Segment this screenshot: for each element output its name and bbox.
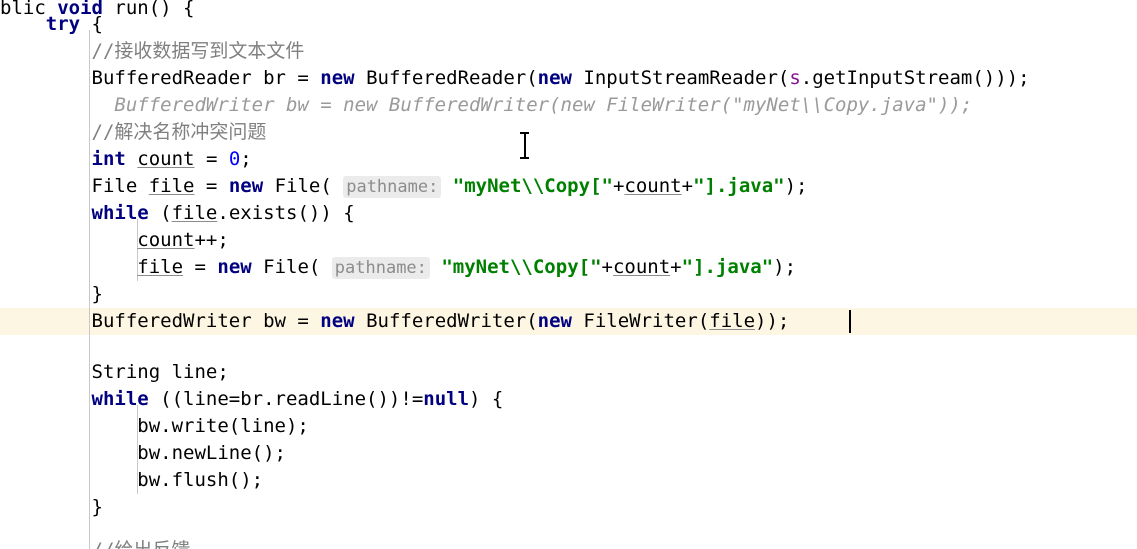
code-token: "].java"	[693, 175, 785, 197]
code-token: count	[624, 175, 682, 197]
code-line[interactable]: bw.flush();	[0, 467, 1137, 494]
code-line[interactable]: //解决名称冲突问题	[0, 119, 1137, 146]
code-token: file	[709, 310, 756, 332]
code-line[interactable]: try {	[0, 11, 1137, 38]
code-token: count	[612, 256, 671, 278]
code-token: {	[80, 13, 103, 35]
code-token: =	[194, 175, 229, 197]
code-token: while	[91, 202, 149, 224]
code-token: new	[228, 175, 264, 197]
code-token: new	[320, 310, 355, 332]
code-token: +	[601, 256, 613, 278]
code-line[interactable]: bw.write(line);	[0, 413, 1137, 440]
code-token: ++;	[194, 229, 229, 251]
code-line[interactable]: while ((line=br.readLine())!=null) {	[0, 386, 1137, 413]
code-token: //解决名称冲突问题	[0, 121, 267, 143]
code-token: File(	[251, 256, 332, 278]
code-token: file	[171, 202, 218, 224]
code-line[interactable]: //接收数据写到文本文件	[0, 38, 1137, 65]
code-token: //接收数据写到文本文件	[0, 40, 305, 62]
code-token: InputStreamReader(	[571, 67, 790, 89]
code-token: bw.write(line);	[0, 415, 309, 437]
code-token: (	[148, 202, 172, 224]
code-token: "myNet\\Copy["	[452, 175, 613, 197]
code-token: new	[217, 256, 252, 278]
code-line[interactable]: //给出反馈	[0, 537, 1137, 549]
code-token: BufferedWriter(	[354, 310, 538, 332]
code-line[interactable]: int count = 0;	[0, 146, 1137, 173]
code-area[interactable]: blic void run() { try { //接收数据写到文本文件 Buf…	[0, 0, 1137, 549]
code-token: File	[0, 175, 149, 197]
code-token: file	[148, 175, 195, 197]
code-token: new	[537, 310, 572, 332]
code-editor[interactable]: blic void run() { try { //接收数据写到文本文件 Buf…	[0, 0, 1137, 549]
code-token: bw.flush();	[0, 469, 264, 491]
code-token: int	[91, 148, 126, 170]
code-line[interactable]	[0, 335, 1137, 362]
code-line[interactable]: count++;	[0, 227, 1137, 254]
code-token: File(	[263, 175, 344, 197]
code-token: BufferedReader(	[354, 67, 538, 89]
inlay-parameter-hint: pathname:	[331, 257, 430, 279]
code-token: ;	[240, 148, 252, 170]
code-token: BufferedWriter bw =	[0, 310, 321, 332]
code-token: bw.newLine();	[0, 442, 286, 464]
code-line[interactable]: File file = new File( pathname: "myNet\\…	[0, 173, 1137, 200]
code-token: .getInputStream()));	[800, 67, 1030, 89]
code-token: null	[423, 388, 470, 410]
code-token: );	[773, 256, 797, 278]
code-line[interactable]: BufferedWriter bw = new BufferedWriter(n…	[0, 308, 1137, 335]
code-token: +	[612, 175, 625, 197]
code-token: +	[670, 256, 682, 278]
code-line[interactable]: String line;	[0, 359, 1137, 386]
code-token: count	[137, 229, 195, 251]
code-token: BufferedReader br =	[0, 67, 321, 89]
code-token: }	[0, 496, 103, 518]
code-token: .exists()) {	[217, 202, 355, 224]
code-token: =	[183, 256, 218, 278]
code-token: new	[537, 67, 572, 89]
code-token: count	[137, 148, 195, 170]
code-token: new	[320, 67, 355, 89]
code-line[interactable]: while (file.exists()) {	[0, 200, 1137, 227]
code-token: String line;	[0, 361, 229, 383]
code-token: ));	[755, 310, 790, 332]
code-token: while	[91, 388, 149, 410]
code-line[interactable]: BufferedWriter bw = new BufferedWriter(n…	[0, 92, 1137, 119]
code-line[interactable]: bw.newLine();	[0, 440, 1137, 467]
code-token: //给出反馈	[0, 539, 191, 549]
code-token: s	[789, 67, 801, 89]
code-token: try	[45, 13, 81, 35]
code-token: FileWriter(	[571, 310, 710, 332]
text-caret	[849, 310, 851, 333]
inlay-parameter-hint: pathname:	[343, 176, 442, 198]
code-token: file	[137, 256, 184, 278]
code-token: "].java"	[681, 256, 774, 278]
code-token: }	[0, 283, 103, 305]
code-token: 0	[228, 148, 241, 170]
code-line[interactable]: BufferedReader br = new BufferedReader(n…	[0, 65, 1137, 92]
code-token: =	[194, 148, 229, 170]
code-token: ) {	[469, 388, 504, 410]
code-token: BufferedWriter bw = new BufferedWriter(n…	[0, 94, 973, 116]
code-token: ((line=br.readLine())!=	[148, 388, 424, 410]
code-line[interactable]: file = new File( pathname: "myNet\\Copy[…	[0, 254, 1137, 281]
code-token: );	[784, 175, 808, 197]
code-line[interactable]: }	[0, 281, 1137, 308]
code-token: +	[681, 175, 694, 197]
code-token: "myNet\\Copy["	[441, 256, 602, 278]
